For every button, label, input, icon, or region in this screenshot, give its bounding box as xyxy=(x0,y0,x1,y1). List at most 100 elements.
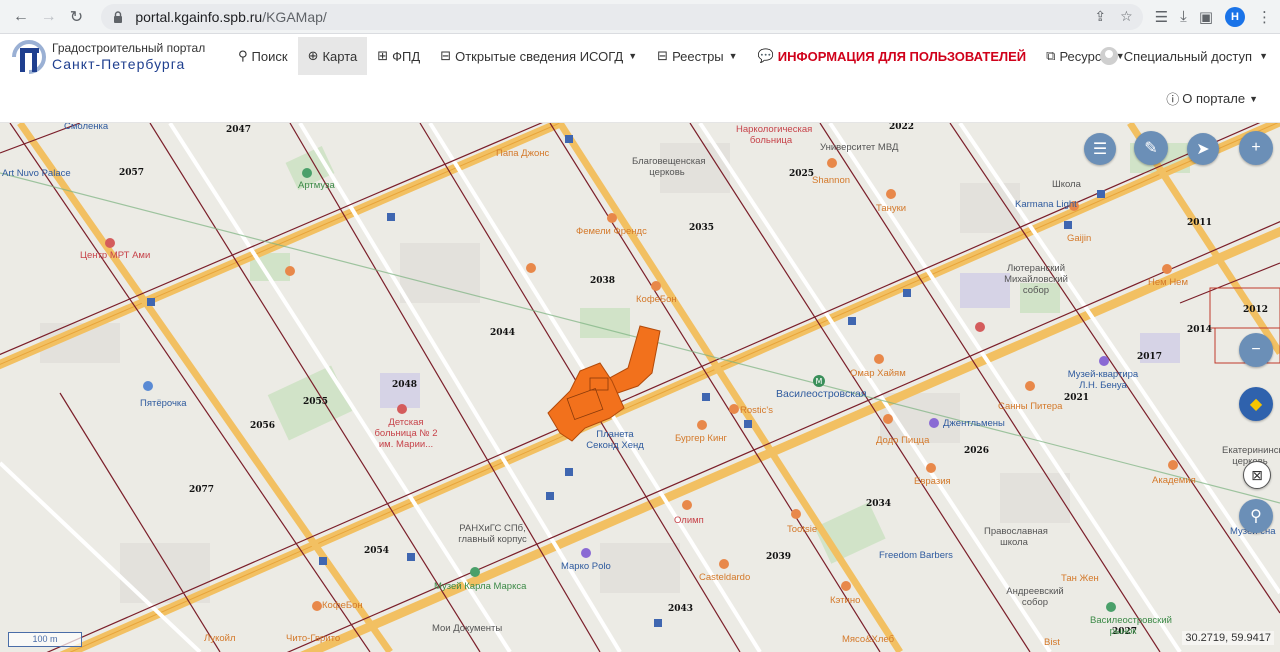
external-link-icon: ⧉ xyxy=(1046,48,1056,63)
quarter-number: 2055 xyxy=(303,397,329,407)
poi-label: Академия xyxy=(1152,475,1196,486)
comments-icon: 💬 xyxy=(757,48,774,63)
globe-icon: ⊕ xyxy=(307,48,319,63)
poi-label: Bist xyxy=(1044,637,1060,648)
poi-label: Санны Питера xyxy=(998,401,1063,412)
magnifier-icon: ⚲ xyxy=(1250,508,1262,525)
poi-label: КофеБон xyxy=(322,600,363,611)
info-icon: ⓘ xyxy=(1166,92,1180,107)
poi-label: Марко Polo xyxy=(561,561,611,572)
poi-label: Андреевский собор xyxy=(1006,586,1064,608)
poi-label: Артмуза xyxy=(298,180,335,191)
quarter-number: 2047 xyxy=(226,125,252,135)
quarter-number: 2039 xyxy=(766,552,792,562)
poi-label: Додо Пицца xyxy=(876,435,930,446)
quarter-number: 2048 xyxy=(392,380,418,390)
zoom-in-button[interactable]: + xyxy=(1239,131,1273,165)
poi-label: Пятёрочка xyxy=(140,398,187,409)
lock-icon xyxy=(114,10,123,23)
poi-label: Casteldardo xyxy=(699,572,751,583)
star-icon[interactable]: ☆ xyxy=(1120,8,1133,25)
map-icon: ⊞ xyxy=(377,48,389,63)
profile-avatar[interactable]: Н xyxy=(1225,6,1245,27)
portal-logo[interactable]: Градостроительный портал Санкт-Петербург… xyxy=(10,38,205,76)
table-icon: ⊟ xyxy=(657,48,669,63)
kebab-menu-icon[interactable]: ⋮ xyxy=(1257,8,1272,26)
poi-label: Олимп xyxy=(674,515,704,526)
quarter-number: 2014 xyxy=(1187,325,1213,335)
poi-label: Freedom Barbers xyxy=(879,550,953,561)
address-bar[interactable]: portal.kgainfo.spb.ru/KGAMap/ ⇪ ☆ xyxy=(101,3,1143,30)
menu-fpd[interactable]: ⊞ ФПД xyxy=(367,37,430,75)
logo-line2: Санкт-Петербурга xyxy=(52,55,186,72)
bbox-icon: ⊠ xyxy=(1251,466,1263,483)
menu-map[interactable]: ⊕ Карта xyxy=(297,37,368,75)
special-access-menu[interactable]: Специальный доступ ▼ xyxy=(1099,37,1268,75)
back-icon[interactable]: ← xyxy=(8,4,34,30)
logo-line1: Градостроительный портал xyxy=(52,41,206,56)
poi-label: Центр МРТ Ами xyxy=(80,250,151,261)
scale-bar: 100 m xyxy=(8,632,82,647)
poi-label: Лютеранский Михайловский собор xyxy=(1004,263,1068,296)
poi-label: Наркологическая больница xyxy=(736,124,813,146)
poi-label: Благовещенская церковь xyxy=(632,156,706,178)
quarter-number: 2022 xyxy=(889,123,915,132)
search-map-button[interactable]: ⚲ xyxy=(1239,499,1273,533)
poi-label: Джентльмены xyxy=(943,418,1005,429)
search-icon: ⚲ xyxy=(238,48,248,63)
site-header: Градостроительный портал Санкт-Петербург… xyxy=(0,34,1280,123)
extent-button[interactable]: ⊠ xyxy=(1243,461,1271,489)
quarter-number: 2034 xyxy=(866,499,892,509)
about-portal-menu[interactable]: ⓘ О портале ▼ xyxy=(1166,89,1258,108)
poi-label: Gaijin xyxy=(1067,233,1092,244)
quarter-number: 2012 xyxy=(1243,305,1269,315)
plus-icon: + xyxy=(1251,139,1261,156)
poi-label: Детская больница № 2 им. Марии... xyxy=(374,417,438,450)
locate-button[interactable]: ➤ xyxy=(1187,133,1219,165)
quarter-number: 2038 xyxy=(590,276,616,286)
basemap-button[interactable]: ◆ xyxy=(1239,387,1273,421)
quarter-number: 2077 xyxy=(189,485,215,495)
reading-list-icon[interactable]: ☰ xyxy=(1155,8,1168,26)
svg-text:M: M xyxy=(816,377,823,386)
poi-label: Смоленка xyxy=(64,123,109,132)
quarter-number: 2025 xyxy=(789,169,815,179)
menu-isogd[interactable]: ⊟ Открытые сведения ИСОГД ▼ xyxy=(430,37,647,75)
poi-label: Школа xyxy=(1052,179,1081,190)
poi-label: КофеБон xyxy=(636,294,677,305)
poi-label: Shannon xyxy=(812,175,851,186)
selected-parcel[interactable] xyxy=(547,325,661,442)
poi-label: РАНХиГС СПб, главный корпус xyxy=(458,523,527,545)
draw-tool-button[interactable]: ✎ xyxy=(1134,131,1168,165)
metro-label: Василеостровская xyxy=(776,388,867,400)
zoom-out-button[interactable]: − xyxy=(1239,333,1273,367)
poi-label: Фемели Френдс xyxy=(576,226,647,237)
poi-label: Евразия xyxy=(914,476,951,487)
download-icon[interactable]: ⤓ xyxy=(1180,8,1187,25)
poi-label: Папа Джонс xyxy=(496,148,550,159)
logo-mark-icon xyxy=(12,40,46,74)
quarter-number: 2021 xyxy=(1064,393,1090,403)
map-canvas[interactable]: M 2047 2057 2022 2025 2035 2038 2044 204… xyxy=(0,123,1280,652)
main-menu: ⚲ Поиск ⊕ Карта ⊞ ФПД ⊟ Открытые сведения ИС… xyxy=(228,37,1135,75)
poi-label: Планета Секонд Хенд xyxy=(586,429,644,451)
poi-label: Бургер Кинг xyxy=(675,433,727,444)
forward-icon[interactable]: → xyxy=(36,4,62,30)
menu-search[interactable]: ⚲ Поиск xyxy=(228,37,298,75)
menu-user-info[interactable]: 💬 ИНФОРМАЦИЯ ДЛЯ ПОЛЬЗОВАТЕЛЕЙ xyxy=(748,37,1037,75)
quarter-number: 2035 xyxy=(689,223,715,233)
quarter-number: 2011 xyxy=(1187,218,1213,228)
pencil-icon: ✎ xyxy=(1144,140,1158,157)
layers-list-button[interactable]: ☰ xyxy=(1084,133,1116,165)
quarter-number: 2017 xyxy=(1137,352,1163,362)
poi-label: Университет МВД xyxy=(820,142,899,153)
quarter-number: 2057 xyxy=(119,168,145,178)
share-icon[interactable]: ⇪ xyxy=(1094,8,1106,25)
poi-label: Тануки xyxy=(876,203,907,214)
poi-label: Музей-квартира Л.Н. Бенуа xyxy=(1067,369,1139,391)
side-panel-icon[interactable]: ▣ xyxy=(1199,8,1213,26)
menu-registries[interactable]: ⊟ Реестры ▼ xyxy=(647,37,747,75)
poi-label: Кэтино xyxy=(830,595,861,606)
reload-icon[interactable]: ↻ xyxy=(64,4,90,30)
poi-label: Василеостровский рынок xyxy=(1090,615,1172,637)
